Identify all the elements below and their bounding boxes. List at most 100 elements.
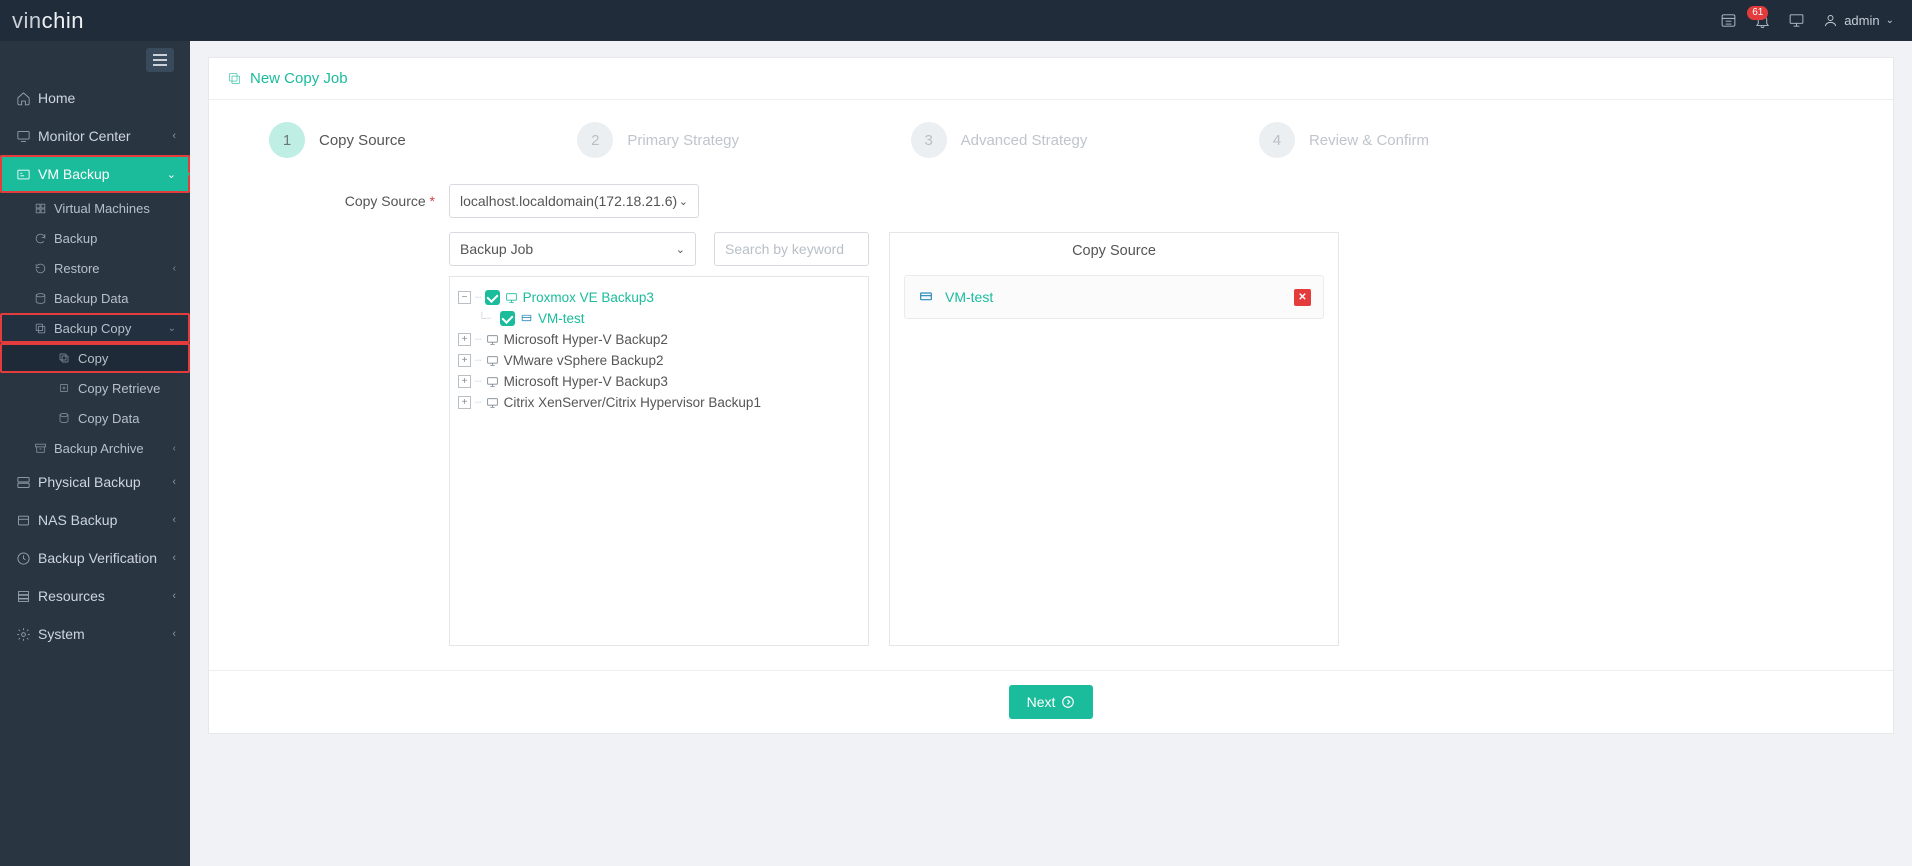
select-value: Backup Job (460, 241, 676, 257)
sidebar-toggle-button[interactable] (146, 48, 174, 72)
tree-node-label: VMware vSphere Backup2 (504, 353, 664, 368)
card-footer: Next (209, 670, 1893, 733)
sidebar-sub-label: Backup (54, 231, 97, 246)
next-button-label: Next (1027, 694, 1056, 710)
sidebar-item-monitor-center[interactable]: Monitor Center ‹ (0, 117, 190, 155)
sidebar-sub-backup-archive[interactable]: Backup Archive ‹ (0, 433, 190, 463)
clock-icon (12, 551, 34, 566)
top-bell-icon[interactable]: 61 (1745, 0, 1779, 41)
sidebar-item-backup-verification[interactable]: Backup Verification ‹ (0, 539, 190, 577)
sidebar-sub-restore[interactable]: Restore ‹ (0, 253, 190, 283)
page-title: New Copy Job (250, 70, 348, 87)
sidebar-sub-label: Restore (54, 261, 100, 276)
expand-icon[interactable]: + (458, 396, 471, 409)
expand-icon[interactable]: + (458, 354, 471, 367)
sidebar-sub-label: Backup Data (54, 291, 128, 306)
sidebar-sub2-copy-data[interactable]: Copy Data (0, 403, 190, 433)
tree-node-child[interactable]: └┄ VM-test (458, 308, 860, 329)
sidebar-label: System (34, 626, 172, 642)
tree-node[interactable]: + ┄ Microsoft Hyper-V Backup2 (458, 329, 860, 350)
sidebar-item-vm-backup[interactable]: VM Backup ⌄ (0, 155, 190, 193)
sidebar-sub2-copy[interactable]: Copy (0, 343, 190, 373)
sidebar-item-home[interactable]: Home (0, 79, 190, 117)
nas-icon (12, 513, 34, 528)
copy-icon (34, 322, 54, 335)
vm-icon (519, 312, 534, 325)
expand-icon[interactable]: + (458, 375, 471, 388)
sidebar-item-nas-backup[interactable]: NAS Backup ‹ (0, 501, 190, 539)
sidebar: Home Monitor Center ‹ VM Backup ⌄ Virtua… (0, 41, 190, 866)
sidebar-item-system[interactable]: System ‹ (0, 615, 190, 653)
server-icon (504, 291, 519, 304)
step-number: 4 (1259, 122, 1295, 158)
expand-icon[interactable]: + (458, 333, 471, 346)
chevron-down-icon: ⌄ (167, 168, 176, 181)
copy-icon (227, 71, 242, 86)
vm-icon (917, 289, 935, 305)
step-number: 3 (911, 122, 947, 158)
chevron-down-icon: ⌄ (1886, 15, 1894, 26)
sidebar-sub-backup-data[interactable]: Backup Data (0, 283, 190, 313)
notification-badge: 61 (1747, 6, 1768, 20)
sidebar-sub-backup[interactable]: Backup (0, 223, 190, 253)
brand-logo: vinchin (12, 8, 84, 34)
resources-icon (12, 589, 34, 604)
remove-item-button[interactable] (1294, 289, 1311, 306)
sidebar-sub-backup-copy[interactable]: Backup Copy ⌄ (0, 313, 190, 343)
copy-source-select[interactable]: localhost.localdomain(172.18.21.6) ⌄ (449, 184, 699, 218)
sidebar-label: VM Backup (34, 166, 167, 182)
server-icon (485, 333, 500, 346)
sidebar-sub2-copy-retrieve[interactable]: Copy Retrieve (0, 373, 190, 403)
top-user-menu[interactable]: admin ⌄ (1813, 13, 1894, 28)
step-number: 1 (269, 122, 305, 158)
chevron-icon: ‹ (173, 263, 176, 274)
sidebar-label: Physical Backup (34, 474, 172, 490)
search-input[interactable] (714, 232, 869, 266)
tree-node[interactable]: + ┄ VMware vSphere Backup2 (458, 350, 860, 371)
selected-item: VM-test (904, 275, 1324, 319)
checkbox-checked[interactable] (485, 290, 500, 305)
tree-node[interactable]: − ┄ Proxmox VE Backup3 (458, 287, 860, 308)
chevron-down-icon: ⌄ (676, 243, 685, 256)
selected-panel-title: Copy Source (890, 233, 1338, 271)
chevron-down-icon: ⌄ (679, 195, 688, 208)
arrow-right-icon (1061, 695, 1075, 709)
layers-icon (34, 202, 54, 215)
sidebar-item-resources[interactable]: Resources ‹ (0, 577, 190, 615)
wizard-step-2[interactable]: 2 Primary Strategy (577, 122, 739, 158)
chevron-icon: ‹ (172, 628, 176, 640)
wizard-card: New Copy Job 1 Copy Source 2 Primary Str… (208, 57, 1894, 734)
sidebar-sub-label: Backup Archive (54, 441, 144, 456)
wizard-step-3[interactable]: 3 Advanced Strategy (911, 122, 1088, 158)
database-icon (58, 412, 78, 424)
main-content: New Copy Job 1 Copy Source 2 Primary Str… (190, 41, 1912, 866)
tree-node-label: Microsoft Hyper-V Backup3 (504, 374, 668, 389)
tree-node[interactable]: + ┄ Microsoft Hyper-V Backup3 (458, 371, 860, 392)
wizard-step-1[interactable]: 1 Copy Source (269, 122, 406, 158)
restore-icon (34, 262, 54, 275)
selected-items-panel: Copy Source VM-test (889, 232, 1339, 646)
database-icon (34, 292, 54, 305)
tree-node-label: Proxmox VE Backup3 (523, 290, 654, 305)
checkbox-checked[interactable] (500, 311, 515, 326)
brand-left: vin (12, 8, 42, 34)
top-monitor-icon[interactable] (1779, 0, 1813, 41)
wizard-step-4[interactable]: 4 Review & Confirm (1259, 122, 1429, 158)
collapse-icon[interactable]: − (458, 291, 471, 304)
sidebar-label: Backup Verification (34, 550, 172, 566)
server-icon (485, 375, 500, 388)
tree-node-label: Microsoft Hyper-V Backup2 (504, 332, 668, 347)
sidebar-item-physical-backup[interactable]: Physical Backup ‹ (0, 463, 190, 501)
home-icon (12, 91, 34, 106)
sidebar-sub2-label: Copy (78, 351, 108, 366)
backup-job-select[interactable]: Backup Job ⌄ (449, 232, 696, 266)
sidebar-sub-virtual-machines[interactable]: Virtual Machines (0, 193, 190, 223)
server-icon (12, 475, 34, 490)
copy-icon (58, 352, 78, 364)
sidebar-label: NAS Backup (34, 512, 172, 528)
tree-node[interactable]: + ┄ Citrix XenServer/Citrix Hypervisor B… (458, 392, 860, 413)
top-list-icon[interactable] (1711, 0, 1745, 41)
tree-node-label: Citrix XenServer/Citrix Hypervisor Backu… (504, 395, 761, 410)
gear-icon (12, 627, 34, 642)
next-button[interactable]: Next (1009, 685, 1094, 719)
